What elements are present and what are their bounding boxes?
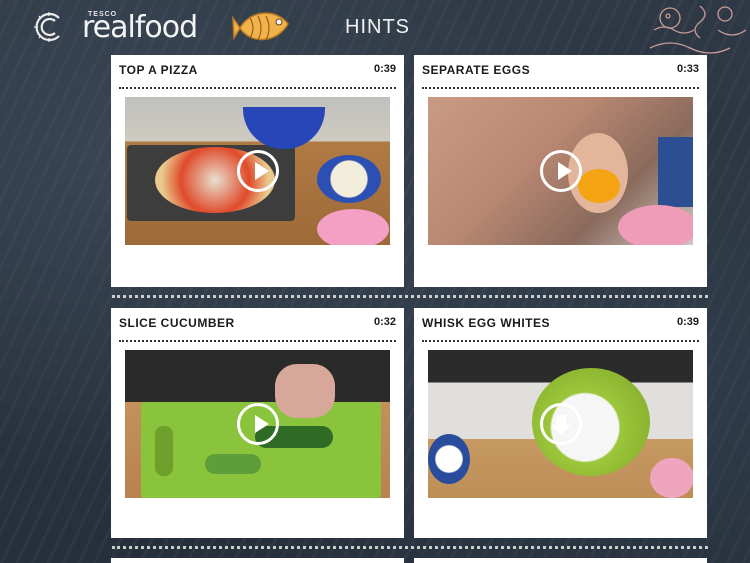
- video-thumbnail[interactable]: [428, 350, 693, 498]
- video-card-slice-cucumber[interactable]: SLICE CUCUMBER 0:32: [111, 308, 404, 538]
- card-header: TOP A PIZZA 0:39: [119, 55, 396, 89]
- card-title: TOP A PIZZA: [119, 63, 198, 77]
- play-icon: [557, 162, 572, 180]
- blue-bowl: [658, 137, 693, 207]
- pink-bowl: [650, 458, 693, 498]
- pink-bowl: [317, 209, 389, 245]
- card-title: WHISK EGG WHITES: [422, 316, 550, 330]
- row-separator: [112, 546, 708, 549]
- card-duration: 0:32: [373, 316, 396, 328]
- doodle-decoration-icon: [649, 5, 747, 54]
- card-title: SEPARATE EGGS: [422, 63, 531, 77]
- hand: [275, 364, 335, 418]
- fish-icon[interactable]: [232, 4, 296, 52]
- card-duration: 0:39: [373, 63, 396, 75]
- play-icon: [254, 415, 269, 433]
- realfood-logo-icon: [34, 12, 60, 42]
- play-button[interactable]: [539, 150, 582, 192]
- video-thumbnail[interactable]: [125, 97, 390, 245]
- board-handle: [155, 426, 173, 476]
- play-button[interactable]: [236, 150, 279, 192]
- card-duration: 0:39: [676, 316, 699, 328]
- card-header: SLICE CUCUMBER 0:32: [119, 308, 396, 342]
- video-card-top-a-pizza[interactable]: TOP A PIZZA 0:39: [111, 55, 404, 287]
- brand-name: realfood: [82, 10, 198, 45]
- pink-bowl: [618, 205, 693, 245]
- top-bar: TESCO realfood HINTS: [0, 0, 750, 54]
- play-icon: [254, 162, 269, 180]
- card-header: WHISK EGG WHITES 0:39: [422, 308, 699, 342]
- video-card-next-row-left[interactable]: [111, 558, 404, 563]
- cheese-bowl: [317, 155, 381, 203]
- egg-yolk: [578, 169, 620, 203]
- video-card-next-row-right[interactable]: [414, 558, 707, 563]
- video-card-separate-eggs[interactable]: SEPARATE EGGS 0:33: [414, 55, 707, 287]
- row-separator: [112, 295, 708, 298]
- page-title: HINTS: [345, 16, 410, 38]
- card-title: SLICE CUCUMBER: [119, 316, 235, 330]
- video-thumbnail[interactable]: [428, 97, 693, 245]
- play-button[interactable]: [236, 403, 279, 445]
- download-arrowhead: [550, 425, 571, 435]
- blue-bowl: [428, 434, 470, 484]
- card-duration: 0:33: [676, 63, 699, 75]
- download-button[interactable]: [539, 403, 582, 445]
- video-thumbnail[interactable]: [125, 350, 390, 498]
- card-header: SEPARATE EGGS 0:33: [422, 55, 699, 89]
- cucumber-slices: [205, 454, 261, 474]
- video-card-whisk-egg-whites[interactable]: WHISK EGG WHITES 0:39: [414, 308, 707, 538]
- blue-bowl: [243, 107, 325, 149]
